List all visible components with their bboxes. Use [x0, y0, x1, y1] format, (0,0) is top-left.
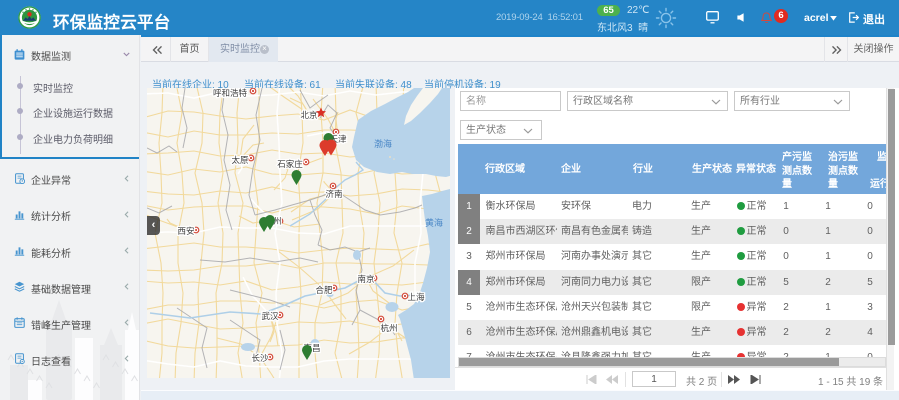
svg-text:西安: 西安: [177, 226, 194, 236]
svg-text:南京: 南京: [357, 274, 374, 284]
svg-text:杭州: 杭州: [380, 323, 397, 333]
svg-text:渤海: 渤海: [374, 138, 392, 149]
svg-text:石家庄: 石家庄: [277, 159, 303, 169]
svg-text:太原: 太原: [231, 155, 248, 165]
svg-text:济南: 济南: [325, 189, 342, 199]
svg-text:长沙: 长沙: [251, 353, 269, 363]
svg-text:上海: 上海: [407, 292, 425, 302]
svg-text:北京: 北京: [300, 110, 317, 120]
svg-text:合肥: 合肥: [315, 285, 333, 295]
svg-text:呼和浩特: 呼和浩特: [213, 88, 248, 98]
svg-text:黄海: 黄海: [425, 217, 443, 228]
svg-text:武汉: 武汉: [261, 311, 279, 321]
